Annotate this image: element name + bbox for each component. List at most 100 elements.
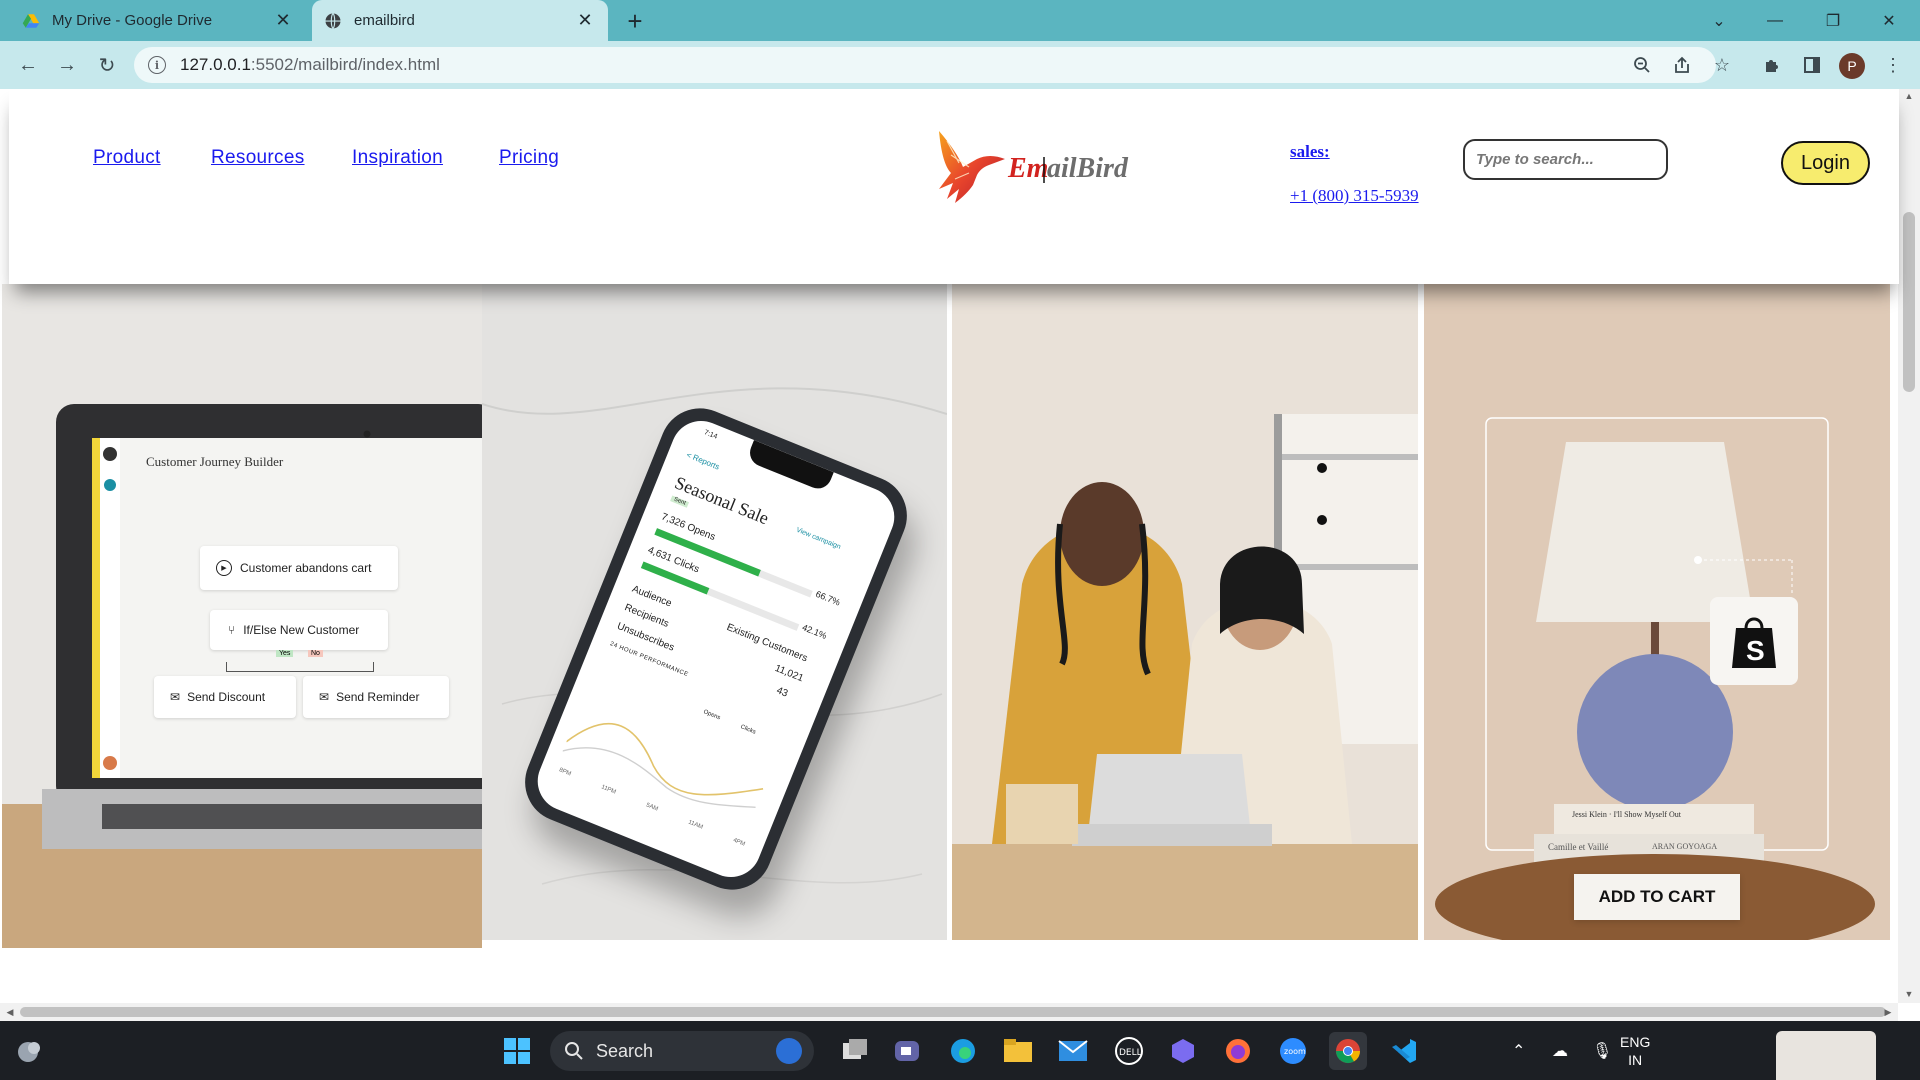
share-icon[interactable]	[1666, 49, 1698, 81]
hero-panel-phone-report: 7:14 < Reports Seasonal Sale View campai…	[482, 284, 947, 940]
add-to-cart-button[interactable]: ADD TO CART	[1574, 874, 1740, 920]
sales-phone-link[interactable]: +1 (800) 315-5939	[1290, 186, 1419, 206]
recipients-value: 11,021	[773, 662, 805, 685]
mail-icon[interactable]	[1054, 1032, 1092, 1070]
tab-google-drive[interactable]: My Drive - Google Drive ✕	[10, 0, 306, 41]
video-preview-thumbnail[interactable]	[1776, 1031, 1876, 1080]
journey-node-trigger: ▶ Customer abandons cart	[200, 546, 398, 590]
tab-emailbird[interactable]: emailbird ✕	[312, 0, 608, 41]
address-bar[interactable]: i 127.0.0.1:5502/mailbird/index.html	[134, 47, 1716, 83]
side-panel-icon[interactable]	[1796, 49, 1828, 81]
google-drive-icon	[22, 13, 40, 28]
file-explorer-icon[interactable]	[999, 1032, 1037, 1070]
journey-builder-title: Customer Journey Builder	[146, 454, 284, 469]
site-info-icon[interactable]: i	[148, 56, 166, 74]
close-tab-icon[interactable]: ✕	[574, 10, 596, 32]
book-spine-2a: Camille et Vaillé	[1548, 842, 1609, 852]
svg-text:S: S	[1746, 635, 1765, 666]
send-discount-label: Send Discount	[187, 690, 266, 704]
unsubscribes-value: 43	[774, 685, 790, 700]
axis-tick: 11AM	[687, 819, 704, 831]
back-button[interactable]: ←	[12, 49, 44, 81]
login-button[interactable]: Login	[1781, 141, 1870, 185]
emailbird-logo[interactable]: Em ailBird	[929, 127, 1139, 213]
nav-inspiration[interactable]: Inspiration	[352, 147, 443, 169]
network-offline-icon[interactable]: ☁	[1552, 1021, 1568, 1080]
vertical-scrollbar[interactable]: ▲ ▼	[1898, 89, 1920, 1003]
dell-icon[interactable]: DELL	[1110, 1032, 1148, 1070]
scroll-down-arrow-icon[interactable]: ▼	[1898, 987, 1920, 1001]
microphone-icon[interactable]: 🎙	[1592, 1021, 1612, 1080]
edge-browser-icon[interactable]	[944, 1032, 982, 1070]
send-reminder-label: Send Reminder	[336, 690, 420, 704]
horizontal-scroll-thumb[interactable]	[20, 1007, 1886, 1017]
branch-connector	[226, 662, 374, 672]
journey-node-send-reminder: ✉ Send Reminder	[303, 676, 449, 718]
zoom-app-icon[interactable]: zoom	[1274, 1032, 1312, 1070]
firefox-icon[interactable]	[1219, 1032, 1257, 1070]
condition-label: If/Else New Customer	[243, 623, 360, 637]
book-spine-2b: ARAN GOYOAGA	[1652, 842, 1718, 851]
book-spine-1: Jessi Klein · I'll Show Myself Out	[1572, 810, 1681, 819]
tab-title: My Drive - Google Drive	[52, 12, 213, 29]
site-header: Product Resources Inspiration Pricing Em…	[9, 89, 1899, 284]
profile-avatar[interactable]: P	[1839, 53, 1865, 79]
taskbar-search-box[interactable]: Search	[550, 1031, 814, 1071]
reload-button[interactable]: ↻	[91, 49, 123, 81]
hero-panel-journey-builder: Customer Journey Builder ▶ Customer aban…	[2, 284, 482, 948]
globe-icon	[325, 12, 341, 29]
scroll-up-arrow-icon[interactable]: ▲	[1898, 89, 1920, 103]
journey-node-condition: ⑂ If/Else New Customer	[210, 610, 388, 650]
close-tab-icon[interactable]: ✕	[272, 10, 294, 32]
search-icon	[565, 1042, 583, 1060]
split-icon: ⑂	[228, 623, 236, 637]
bookmark-star-icon[interactable]: ☆	[1706, 49, 1738, 81]
chrome-icon[interactable]	[1329, 1032, 1367, 1070]
logo-text-em: Em	[1007, 153, 1048, 184]
zoom-icon[interactable]	[1626, 49, 1658, 81]
weather-widget-icon[interactable]	[10, 1032, 48, 1070]
extensions-icon[interactable]	[1756, 49, 1788, 81]
task-view-icon[interactable]	[836, 1032, 874, 1070]
url-path: :5502/mailbird/index.html	[250, 55, 440, 74]
envelope-icon: ✉	[319, 690, 330, 704]
vscode-icon[interactable]	[1385, 1032, 1423, 1070]
menu-kebab-icon[interactable]: ⋮	[1877, 49, 1909, 81]
site-search-input[interactable]	[1463, 139, 1668, 180]
nav-pricing[interactable]: Pricing	[499, 147, 559, 169]
minimize-button[interactable]: —	[1752, 0, 1798, 41]
windows-taskbar: Search DELL zoom ⌃ ☁ 🎙 ENG IN	[0, 1021, 1920, 1080]
copilot-icon[interactable]	[1164, 1032, 1202, 1070]
play-icon: ▶	[216, 560, 232, 576]
forward-button[interactable]: →	[51, 49, 83, 81]
close-window-button[interactable]: ✕	[1866, 0, 1912, 41]
scroll-left-arrow-icon[interactable]: ◀	[2, 1003, 18, 1021]
legend-opens: Opens	[702, 709, 722, 722]
vertical-scroll-thumb[interactable]	[1903, 212, 1915, 392]
input-language-indicator[interactable]: ENG IN	[1620, 1033, 1650, 1069]
restore-button[interactable]: ❐	[1810, 0, 1856, 41]
taskbar-search-label: Search	[596, 1040, 654, 1061]
trigger-label: Customer abandons cart	[240, 561, 372, 575]
svg-text:DELL: DELL	[1119, 1048, 1142, 1058]
axis-tick: 4PM	[732, 837, 746, 848]
nav-resources[interactable]: Resources	[211, 147, 305, 169]
logo-text-rest: ailBird	[1047, 153, 1129, 184]
windows-start-icon[interactable]	[498, 1032, 536, 1070]
hummingbird-logo-icon: Em ailBird	[939, 131, 1129, 203]
horizontal-scrollbar[interactable]: ◀ ▶	[0, 1003, 1898, 1021]
reports-back-link: < Reports	[685, 450, 721, 472]
sales-label[interactable]: sales:	[1290, 142, 1330, 162]
teams-chat-icon[interactable]	[888, 1032, 926, 1070]
view-campaign-link: View campaign	[795, 526, 842, 551]
show-hidden-icons-chevron[interactable]: ⌃	[1512, 1021, 1525, 1080]
scroll-right-arrow-icon[interactable]: ▶	[1880, 1003, 1896, 1021]
opens-percent: 66.7%	[814, 588, 842, 608]
new-tab-button[interactable]: +	[620, 6, 650, 36]
performance-heading: 24 HOUR PERFORMANCE	[609, 641, 690, 679]
no-badge: No	[308, 650, 323, 657]
tab-search-chevron-icon[interactable]: ⌄	[1696, 0, 1742, 41]
nav-product[interactable]: Product	[93, 147, 161, 169]
bing-chat-icon[interactable]	[776, 1038, 802, 1064]
lang-code: ENG	[1620, 1034, 1651, 1050]
